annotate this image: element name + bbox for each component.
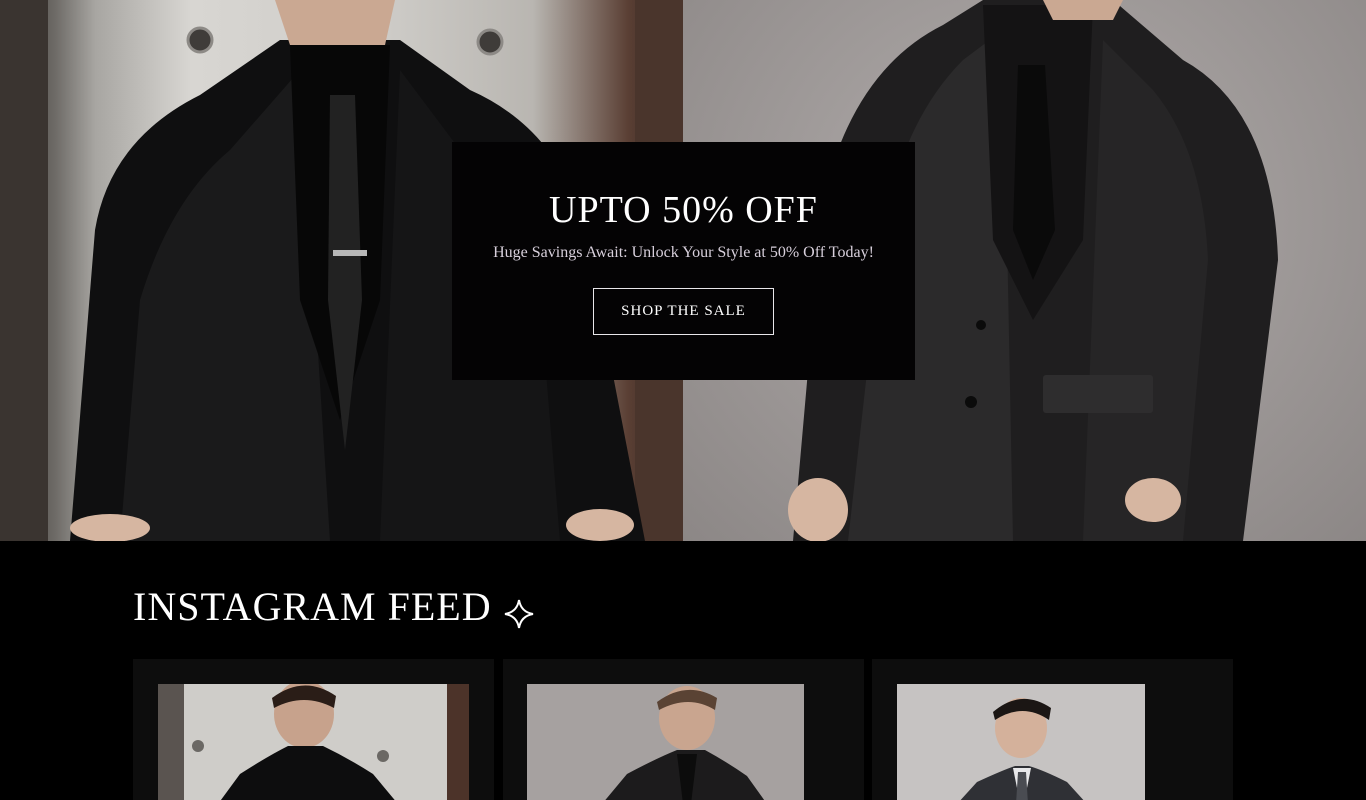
- instagram-post-card[interactable]: [872, 659, 1233, 800]
- hero-banner: UPTO 50% OFF Huge Savings Await: Unlock …: [0, 0, 1366, 541]
- sparkle-icon: [504, 592, 534, 628]
- instagram-feed-title: INSTAGRAM FEED: [133, 584, 492, 629]
- shop-the-sale-button[interactable]: SHOP THE SALE: [593, 288, 774, 335]
- instagram-post-card[interactable]: [503, 659, 864, 800]
- instagram-post-card[interactable]: [133, 659, 494, 800]
- instagram-post-image[interactable]: [527, 684, 804, 800]
- sale-title: UPTO 50% OFF: [549, 189, 818, 231]
- instagram-post-image[interactable]: [158, 684, 469, 800]
- instagram-feed-grid: [133, 659, 1233, 800]
- sale-subtitle: Huge Savings Await: Unlock Your Style at…: [493, 244, 874, 261]
- instagram-post-image[interactable]: [897, 684, 1145, 800]
- instagram-feed-heading: INSTAGRAM FEED: [133, 583, 534, 630]
- sale-promo-box: UPTO 50% OFF Huge Savings Await: Unlock …: [452, 142, 915, 380]
